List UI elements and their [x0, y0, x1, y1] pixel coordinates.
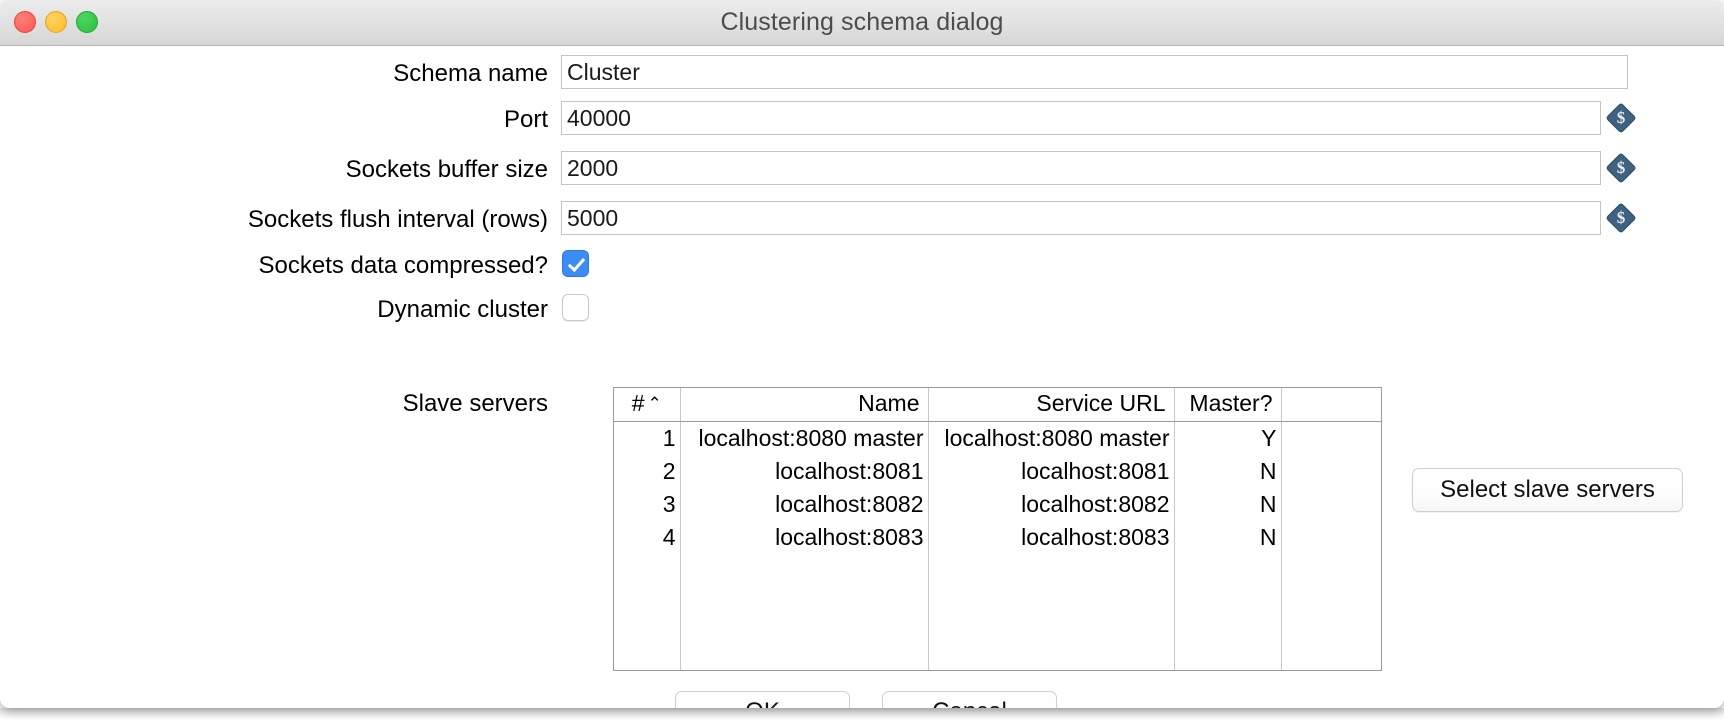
variable-dollar-icon[interactable]: $ [1606, 153, 1636, 183]
label-sockets-flush-interval: Sockets flush interval (rows) [0, 206, 548, 234]
port-input[interactable] [561, 101, 1601, 135]
cell-num: 4 [614, 521, 680, 554]
label-sockets-data-compressed: Sockets data compressed? [0, 252, 548, 280]
column-header-name[interactable]: Name [680, 388, 928, 422]
form-row-sockets-flush-interval: Sockets flush interval (rows) $ [0, 198, 1724, 242]
form-row-sockets-buffer-size: Sockets buffer size $ [0, 148, 1724, 192]
table-row[interactable]: 1 localhost:8080 master localhost:8080 m… [614, 422, 1381, 455]
cell-service-url: localhost:8081 [928, 455, 1174, 488]
slave-servers-grid: #⌃ Name Service URL Master? 1 localhost:… [614, 388, 1381, 554]
variable-dollar-glyph: $ [1606, 153, 1636, 183]
column-header-num-label: # [632, 390, 645, 416]
cell-num: 1 [614, 422, 680, 455]
form-row-sockets-data-compressed: Sockets data compressed? [0, 246, 1724, 290]
dialog-content: Schema name Port $ Sockets buffer size $… [0, 46, 1724, 708]
dynamic-cluster-checkbox[interactable] [562, 294, 589, 321]
label-dynamic-cluster: Dynamic cluster [0, 296, 548, 324]
cell-master: N [1174, 521, 1281, 554]
cell-master: N [1174, 488, 1281, 521]
table-row[interactable]: 3 localhost:8082 localhost:8082 N [614, 488, 1381, 521]
variable-dollar-glyph: $ [1606, 103, 1636, 133]
table-gridline [680, 554, 681, 670]
form-row-dynamic-cluster: Dynamic cluster [0, 290, 1724, 334]
cell-name: localhost:8083 [680, 521, 928, 554]
table-gridline [1281, 554, 1282, 670]
cell-service-url: localhost:8080 master [928, 422, 1174, 455]
cell-service-url: localhost:8082 [928, 488, 1174, 521]
sockets-data-compressed-checkbox[interactable] [562, 250, 589, 277]
table-row[interactable]: 4 localhost:8083 localhost:8083 N [614, 521, 1381, 554]
column-header-spacer [1281, 388, 1381, 422]
column-header-num[interactable]: #⌃ [614, 388, 680, 422]
label-slave-servers: Slave servers [0, 390, 548, 418]
form-row-port: Port $ [0, 98, 1724, 142]
column-header-master[interactable]: Master? [1174, 388, 1281, 422]
form-row-schema-name: Schema name [0, 52, 1724, 96]
slave-servers-table[interactable]: #⌃ Name Service URL Master? 1 localhost:… [613, 387, 1382, 671]
cell-spacer [1281, 455, 1381, 488]
window-titlebar: Clustering schema dialog [0, 0, 1724, 46]
schema-name-input[interactable] [561, 55, 1628, 89]
ok-button[interactable]: OK [675, 691, 850, 708]
sort-ascending-icon: ⌃ [648, 394, 662, 414]
table-header-row: #⌃ Name Service URL Master? [614, 388, 1381, 422]
sockets-buffer-size-input[interactable] [561, 151, 1601, 185]
table-gridline [928, 554, 929, 670]
cell-master: N [1174, 455, 1281, 488]
sockets-flush-interval-input[interactable] [561, 201, 1601, 235]
cell-spacer [1281, 488, 1381, 521]
cell-spacer [1281, 422, 1381, 455]
cell-name: localhost:8080 master [680, 422, 928, 455]
cell-spacer [1281, 521, 1381, 554]
variable-dollar-icon[interactable]: $ [1606, 203, 1636, 233]
select-slave-servers-button[interactable]: Select slave servers [1412, 468, 1683, 512]
cell-num: 2 [614, 455, 680, 488]
table-body: 1 localhost:8080 master localhost:8080 m… [614, 422, 1381, 554]
label-port: Port [0, 106, 548, 134]
variable-dollar-glyph: $ [1606, 203, 1636, 233]
table-row[interactable]: 2 localhost:8081 localhost:8081 N [614, 455, 1381, 488]
cell-name: localhost:8081 [680, 455, 928, 488]
cell-service-url: localhost:8083 [928, 521, 1174, 554]
label-schema-name: Schema name [0, 60, 548, 88]
table-gridline [1174, 554, 1175, 670]
cell-master: Y [1174, 422, 1281, 455]
window-title: Clustering schema dialog [0, 8, 1724, 37]
cell-name: localhost:8082 [680, 488, 928, 521]
variable-dollar-icon[interactable]: $ [1606, 103, 1636, 133]
clustering-schema-dialog-window: Clustering schema dialog Schema name Por… [0, 0, 1724, 708]
column-header-service-url[interactable]: Service URL [928, 388, 1174, 422]
cell-num: 3 [614, 488, 680, 521]
table-empty-area[interactable] [614, 554, 1381, 670]
window-drop-shadow [0, 708, 1724, 720]
label-sockets-buffer-size: Sockets buffer size [0, 156, 548, 184]
cancel-button[interactable]: Cancel [882, 691, 1057, 708]
